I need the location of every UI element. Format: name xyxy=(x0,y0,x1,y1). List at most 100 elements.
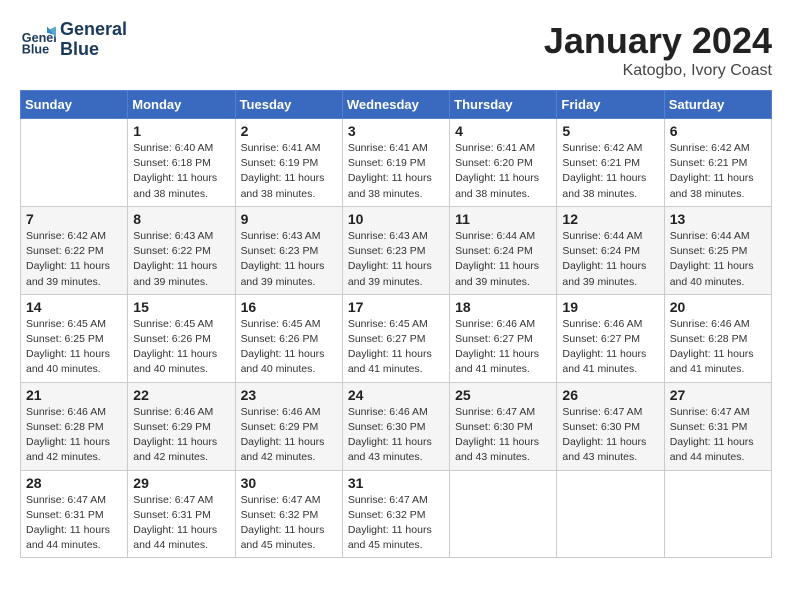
day-info: Sunrise: 6:42 AM Sunset: 6:21 PM Dayligh… xyxy=(670,141,766,202)
day-info: Sunrise: 6:43 AM Sunset: 6:22 PM Dayligh… xyxy=(133,229,229,290)
weekday-thursday: Thursday xyxy=(450,91,557,119)
day-info: Sunrise: 6:44 AM Sunset: 6:24 PM Dayligh… xyxy=(455,229,551,290)
day-info: Sunrise: 6:47 AM Sunset: 6:30 PM Dayligh… xyxy=(455,405,551,466)
calendar-cell: 22Sunrise: 6:46 AM Sunset: 6:29 PM Dayli… xyxy=(128,382,235,470)
calendar-cell: 16 Sunrise: 6:45 AM Sunset: 6:26 PM Dayli… xyxy=(235,294,342,382)
calendar-cell: 20Sunrise: 6:46 AM Sunset: 6:28 PM Dayli… xyxy=(664,294,771,382)
weekday-monday: Monday xyxy=(128,91,235,119)
day-number: 26 xyxy=(562,387,658,403)
logo: General Blue General Blue xyxy=(20,20,127,60)
day-info: Sunrise: 6:41 AM Sunset: 6:19 PM Dayligh… xyxy=(348,141,444,202)
day-info: Sunrise: 6:41 AM Sunset: 6:20 PM Dayligh… xyxy=(455,141,551,202)
calendar-cell xyxy=(21,119,128,207)
day-number: 3 xyxy=(348,123,444,139)
calendar-cell: 6 Sunrise: 6:42 AM Sunset: 6:21 PM Daylig… xyxy=(664,119,771,207)
day-number: 5 xyxy=(562,123,658,139)
calendar-cell: 4 Sunrise: 6:41 AM Sunset: 6:20 PM Daylig… xyxy=(450,119,557,207)
day-number: 10 xyxy=(348,211,444,227)
day-info: Sunrise: 6:46 AM Sunset: 6:29 PM Dayligh… xyxy=(133,405,229,466)
calendar-cell: 7 Sunrise: 6:42 AM Sunset: 6:22 PM Daylig… xyxy=(21,206,128,294)
month-title: January 2024 xyxy=(544,20,772,62)
day-info: Sunrise: 6:45 AM Sunset: 6:26 PM Dayligh… xyxy=(241,317,337,378)
day-info: Sunrise: 6:44 AM Sunset: 6:25 PM Dayligh… xyxy=(670,229,766,290)
calendar-cell: 19 Sunrise: 6:46 AM Sunset: 6:27 PM Dayli… xyxy=(557,294,664,382)
day-number: 15 xyxy=(133,299,229,315)
day-info: Sunrise: 6:41 AM Sunset: 6:19 PM Dayligh… xyxy=(241,141,337,202)
page-header: General Blue General Blue January 2024 K… xyxy=(20,20,772,80)
day-info: Sunrise: 6:43 AM Sunset: 6:23 PM Dayligh… xyxy=(241,229,337,290)
calendar-cell: 28 Sunrise: 6:47 AM Sunset: 6:31 PM Dayli… xyxy=(21,470,128,558)
day-number: 30 xyxy=(241,475,337,491)
day-number: 16 xyxy=(241,299,337,315)
calendar-cell: 1Sunrise: 6:40 AM Sunset: 6:18 PM Daylig… xyxy=(128,119,235,207)
calendar-cell: 5Sunrise: 6:42 AM Sunset: 6:21 PM Daylig… xyxy=(557,119,664,207)
calendar-table: SundayMondayTuesdayWednesdayThursdayFrid… xyxy=(20,90,772,558)
calendar-cell: 29Sunrise: 6:47 AM Sunset: 6:31 PM Dayli… xyxy=(128,470,235,558)
day-info: Sunrise: 6:46 AM Sunset: 6:28 PM Dayligh… xyxy=(670,317,766,378)
calendar-cell: 8 Sunrise: 6:43 AM Sunset: 6:22 PM Daylig… xyxy=(128,206,235,294)
calendar-cell: 18Sunrise: 6:46 AM Sunset: 6:27 PM Dayli… xyxy=(450,294,557,382)
day-info: Sunrise: 6:45 AM Sunset: 6:25 PM Dayligh… xyxy=(26,317,122,378)
day-number: 11 xyxy=(455,211,551,227)
calendar-cell: 9 Sunrise: 6:43 AM Sunset: 6:23 PM Daylig… xyxy=(235,206,342,294)
day-info: Sunrise: 6:43 AM Sunset: 6:23 PM Dayligh… xyxy=(348,229,444,290)
day-info: Sunrise: 6:40 AM Sunset: 6:18 PM Dayligh… xyxy=(133,141,229,202)
day-number: 28 xyxy=(26,475,122,491)
calendar-cell: 12 Sunrise: 6:44 AM Sunset: 6:24 PM Dayli… xyxy=(557,206,664,294)
day-info: Sunrise: 6:47 AM Sunset: 6:32 PM Dayligh… xyxy=(241,493,337,554)
day-info: Sunrise: 6:42 AM Sunset: 6:22 PM Dayligh… xyxy=(26,229,122,290)
day-info: Sunrise: 6:47 AM Sunset: 6:32 PM Dayligh… xyxy=(348,493,444,554)
day-number: 23 xyxy=(241,387,337,403)
calendar-cell: 25 Sunrise: 6:47 AM Sunset: 6:30 PM Dayli… xyxy=(450,382,557,470)
day-number: 8 xyxy=(133,211,229,227)
weekday-friday: Friday xyxy=(557,91,664,119)
day-number: 2 xyxy=(241,123,337,139)
calendar-cell: 17Sunrise: 6:45 AM Sunset: 6:27 PM Dayli… xyxy=(342,294,449,382)
calendar-cell: 26 Sunrise: 6:47 AM Sunset: 6:30 PM Dayli… xyxy=(557,382,664,470)
day-number: 21 xyxy=(26,387,122,403)
calendar-cell: 30 Sunrise: 6:47 AM Sunset: 6:32 PM Dayli… xyxy=(235,470,342,558)
day-info: Sunrise: 6:47 AM Sunset: 6:31 PM Dayligh… xyxy=(26,493,122,554)
day-info: Sunrise: 6:46 AM Sunset: 6:30 PM Dayligh… xyxy=(348,405,444,466)
day-info: Sunrise: 6:46 AM Sunset: 6:27 PM Dayligh… xyxy=(562,317,658,378)
day-info: Sunrise: 6:46 AM Sunset: 6:29 PM Dayligh… xyxy=(241,405,337,466)
day-number: 7 xyxy=(26,211,122,227)
day-info: Sunrise: 6:47 AM Sunset: 6:31 PM Dayligh… xyxy=(670,405,766,466)
calendar-body: 1Sunrise: 6:40 AM Sunset: 6:18 PM Daylig… xyxy=(21,119,772,558)
day-number: 4 xyxy=(455,123,551,139)
calendar-cell xyxy=(664,470,771,558)
day-info: Sunrise: 6:45 AM Sunset: 6:26 PM Dayligh… xyxy=(133,317,229,378)
weekday-tuesday: Tuesday xyxy=(235,91,342,119)
calendar-cell: 31 Sunrise: 6:47 AM Sunset: 6:32 PM Dayli… xyxy=(342,470,449,558)
calendar-cell: 3 Sunrise: 6:41 AM Sunset: 6:19 PM Daylig… xyxy=(342,119,449,207)
calendar-cell: 14Sunrise: 6:45 AM Sunset: 6:25 PM Dayli… xyxy=(21,294,128,382)
svg-text:Blue: Blue xyxy=(22,42,49,56)
calendar-cell: 2 Sunrise: 6:41 AM Sunset: 6:19 PM Daylig… xyxy=(235,119,342,207)
calendar-cell: 11 Sunrise: 6:44 AM Sunset: 6:24 PM Dayli… xyxy=(450,206,557,294)
logo-line2: Blue xyxy=(60,40,127,60)
weekday-header-row: SundayMondayTuesdayWednesdayThursdayFrid… xyxy=(21,91,772,119)
calendar-week-5: 28 Sunrise: 6:47 AM Sunset: 6:31 PM Dayli… xyxy=(21,470,772,558)
day-number: 19 xyxy=(562,299,658,315)
day-number: 31 xyxy=(348,475,444,491)
day-info: Sunrise: 6:47 AM Sunset: 6:31 PM Dayligh… xyxy=(133,493,229,554)
day-number: 9 xyxy=(241,211,337,227)
day-number: 6 xyxy=(670,123,766,139)
day-number: 12 xyxy=(562,211,658,227)
weekday-saturday: Saturday xyxy=(664,91,771,119)
day-number: 25 xyxy=(455,387,551,403)
day-info: Sunrise: 6:46 AM Sunset: 6:27 PM Dayligh… xyxy=(455,317,551,378)
day-info: Sunrise: 6:46 AM Sunset: 6:28 PM Dayligh… xyxy=(26,405,122,466)
day-info: Sunrise: 6:45 AM Sunset: 6:27 PM Dayligh… xyxy=(348,317,444,378)
logo-line1: General xyxy=(60,20,127,40)
day-info: Sunrise: 6:44 AM Sunset: 6:24 PM Dayligh… xyxy=(562,229,658,290)
weekday-wednesday: Wednesday xyxy=(342,91,449,119)
day-info: Sunrise: 6:47 AM Sunset: 6:30 PM Dayligh… xyxy=(562,405,658,466)
day-number: 13 xyxy=(670,211,766,227)
calendar-cell: 23 Sunrise: 6:46 AM Sunset: 6:29 PM Dayli… xyxy=(235,382,342,470)
calendar-week-1: 1Sunrise: 6:40 AM Sunset: 6:18 PM Daylig… xyxy=(21,119,772,207)
calendar-cell: 21 Sunrise: 6:46 AM Sunset: 6:28 PM Dayli… xyxy=(21,382,128,470)
calendar-cell xyxy=(557,470,664,558)
day-number: 24 xyxy=(348,387,444,403)
calendar-header: SundayMondayTuesdayWednesdayThursdayFrid… xyxy=(21,91,772,119)
